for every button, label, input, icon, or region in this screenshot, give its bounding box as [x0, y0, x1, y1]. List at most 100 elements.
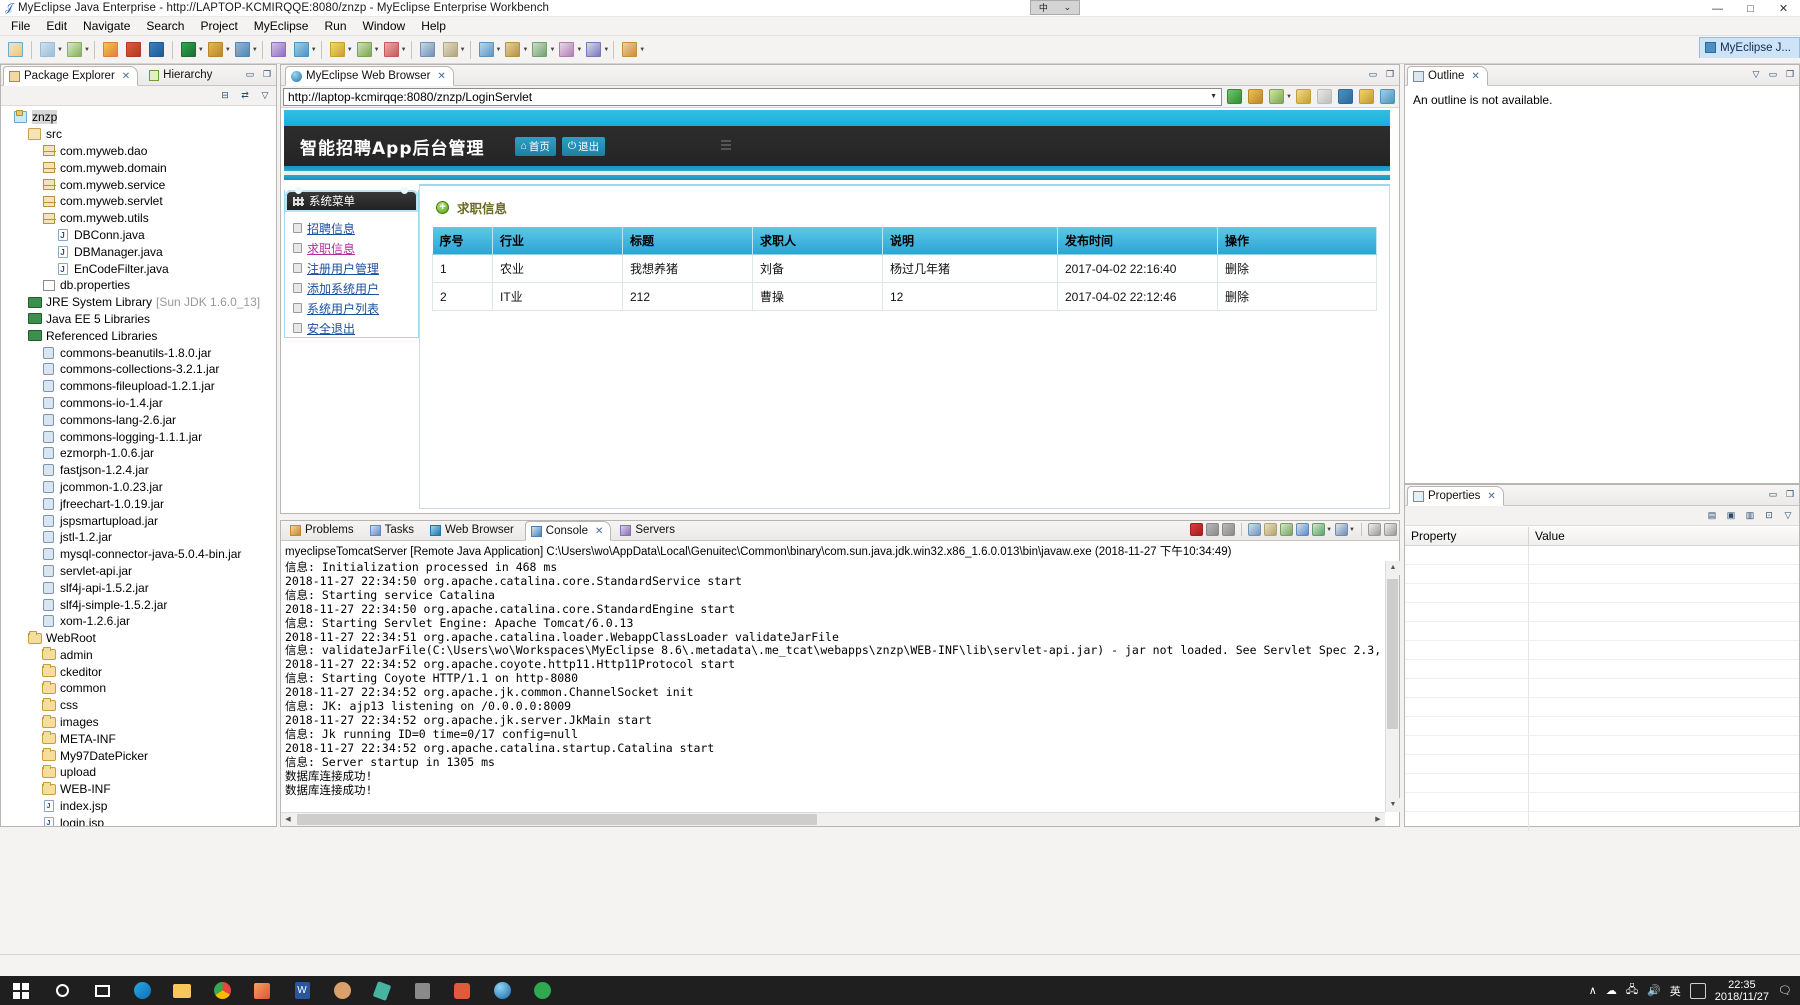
- toolbar-button-3[interactable]: [64, 39, 85, 60]
- toolbar-button-1[interactable]: [5, 39, 26, 60]
- properties-row[interactable]: [1405, 717, 1799, 736]
- scroll-up-icon[interactable]: ▲: [1386, 561, 1400, 575]
- minimize-panel-icon[interactable]: ▭: [243, 67, 257, 81]
- toolbar-button-17[interactable]: [476, 39, 497, 60]
- web-menu-link[interactable]: 系统用户列表: [307, 300, 379, 317]
- tree-item[interactable]: commons-fileupload-1.2.1.jar: [1, 378, 276, 395]
- tray-volume-icon[interactable]: 🔊: [1647, 984, 1661, 997]
- tree-item[interactable]: znzp: [1, 109, 276, 126]
- tree-item[interactable]: com.myweb.service: [1, 176, 276, 193]
- tree-item[interactable]: src: [1, 126, 276, 143]
- home-button[interactable]: ⌂ 首页: [514, 136, 556, 156]
- menu-item-run[interactable]: Run: [316, 18, 354, 34]
- remove-launch-icon[interactable]: [1206, 523, 1220, 536]
- properties-row[interactable]: [1405, 660, 1799, 679]
- minimize-panel-icon[interactable]: ▭: [1766, 487, 1780, 501]
- toolbar-button-21[interactable]: [583, 39, 604, 60]
- taskbar-clock[interactable]: 22:35 2018/11/27: [1715, 979, 1769, 1003]
- web-menu-link[interactable]: 添加系统用户: [307, 280, 379, 297]
- view-menu-icon[interactable]: ▽: [1781, 509, 1795, 523]
- tree-item[interactable]: admin: [1, 647, 276, 664]
- web-menu-item[interactable]: 安全退出: [293, 318, 418, 338]
- debug-icon[interactable]: [1248, 89, 1264, 104]
- tree-item[interactable]: commons-logging-1.1.1.jar: [1, 428, 276, 445]
- tree-item[interactable]: Jlogin.jsp: [1, 814, 276, 826]
- tab-outline[interactable]: Outline ✕: [1407, 66, 1488, 86]
- delete-action-cell[interactable]: 删除: [1217, 254, 1377, 283]
- properties-row[interactable]: [1405, 736, 1799, 755]
- project-tree[interactable]: znzp src com.myweb.dao com.myweb.domain com.…: [1, 106, 276, 826]
- menu-item-myeclipse[interactable]: MyEclipse: [246, 18, 317, 34]
- toolbar-button-9[interactable]: [232, 39, 253, 60]
- toolbar-button-11[interactable]: [291, 39, 312, 60]
- maximize-panel-icon[interactable]: ❐: [1783, 67, 1797, 81]
- tree-item[interactable]: slf4j-api-1.5.2.jar: [1, 579, 276, 596]
- scroll-thumb[interactable]: [297, 814, 817, 825]
- scroll-left-icon[interactable]: ◀: [281, 813, 295, 827]
- tab-problems[interactable]: Problems: [285, 520, 361, 540]
- tree-item[interactable]: jspsmartupload.jar: [1, 512, 276, 529]
- tree-item[interactable]: Java EE 5 Libraries: [1, 311, 276, 328]
- minimize-panel-icon[interactable]: ▭: [1766, 67, 1780, 81]
- taskbar-search-button[interactable]: [42, 976, 82, 1005]
- taskbar-edge[interactable]: [122, 976, 162, 1005]
- perspective-tab-myeclipse[interactable]: MyEclipse J...: [1699, 36, 1800, 58]
- tab-hierarchy[interactable]: Hierarchy: [144, 65, 219, 85]
- tree-item[interactable]: META-INF: [1, 730, 276, 747]
- tray-ime-label[interactable]: 英: [1670, 983, 1681, 999]
- tree-item[interactable]: JRE System Library [Sun JDK 1.6.0_13]: [1, 294, 276, 311]
- show-advanced-icon[interactable]: ▣: [1724, 509, 1738, 523]
- remove-all-icon[interactable]: [1222, 523, 1236, 536]
- properties-row[interactable]: [1405, 755, 1799, 774]
- scroll-thumb[interactable]: [1387, 579, 1398, 729]
- console-output[interactable]: 信息: Initialization processed in 468 ms 20…: [281, 561, 1385, 812]
- toolbar-button-2[interactable]: [37, 39, 58, 60]
- toolbar-button-10[interactable]: [268, 39, 289, 60]
- tab-tasks[interactable]: Tasks: [365, 520, 421, 540]
- tree-item[interactable]: J DBManager.java: [1, 243, 276, 260]
- properties-row[interactable]: [1405, 622, 1799, 641]
- tree-item[interactable]: J DBConn.java: [1, 227, 276, 244]
- close-icon[interactable]: ✕: [1487, 491, 1495, 502]
- notifications-icon[interactable]: 🗨: [1778, 984, 1792, 997]
- refresh-icon[interactable]: [1359, 89, 1374, 104]
- taskbar-word[interactable]: W: [282, 976, 322, 1005]
- new-console-view-icon[interactable]: [1335, 523, 1349, 536]
- toolbar-button-22[interactable]: [619, 39, 640, 60]
- url-dropdown-icon[interactable]: ▼: [1210, 93, 1217, 100]
- tab-servers[interactable]: Servers: [615, 520, 682, 540]
- tree-item[interactable]: jstl-1.2.jar: [1, 529, 276, 546]
- restore-default-icon[interactable]: ▥: [1743, 509, 1757, 523]
- properties-row[interactable]: [1405, 584, 1799, 603]
- tree-item[interactable]: com.myweb.servlet: [1, 193, 276, 210]
- taskbar-pen[interactable]: [362, 976, 402, 1005]
- run-icon[interactable]: [1227, 89, 1243, 104]
- tree-item[interactable]: css: [1, 697, 276, 714]
- toolbar-button-13[interactable]: [354, 39, 375, 60]
- close-icon[interactable]: ✕: [122, 71, 130, 82]
- toolbar-button-18[interactable]: [502, 39, 523, 60]
- taskbar-ie[interactable]: [482, 976, 522, 1005]
- close-icon[interactable]: ✕: [1471, 71, 1479, 82]
- toolbar-button-4[interactable]: [100, 39, 121, 60]
- tree-item[interactable]: common: [1, 680, 276, 697]
- tree-item[interactable]: images: [1, 714, 276, 731]
- tree-item[interactable]: ckeditor: [1, 663, 276, 680]
- pin-console-icon[interactable]: [1280, 523, 1294, 536]
- properties-row[interactable]: [1405, 603, 1799, 622]
- start-button[interactable]: [0, 976, 42, 1005]
- minimize-panel-icon[interactable]: [1368, 523, 1381, 536]
- link-with-editor-icon[interactable]: ⇄: [238, 89, 252, 103]
- logout-button[interactable]: ⏻ 退出: [561, 136, 606, 156]
- maximize-panel-icon[interactable]: ❐: [260, 67, 274, 81]
- back-arrow-icon[interactable]: [1296, 89, 1311, 104]
- taskbar-media[interactable]: [442, 976, 482, 1005]
- tree-item[interactable]: commons-lang-2.6.jar: [1, 411, 276, 428]
- maximize-button[interactable]: □: [1734, 0, 1767, 17]
- tree-item[interactable]: commons-collections-3.2.1.jar: [1, 361, 276, 378]
- tree-item[interactable]: com.myweb.utils: [1, 210, 276, 227]
- maximize-panel-icon[interactable]: ❐: [1383, 67, 1397, 81]
- open-console-icon[interactable]: [1312, 523, 1326, 536]
- taskbar-person[interactable]: [322, 976, 362, 1005]
- tree-item[interactable]: slf4j-simple-1.5.2.jar: [1, 596, 276, 613]
